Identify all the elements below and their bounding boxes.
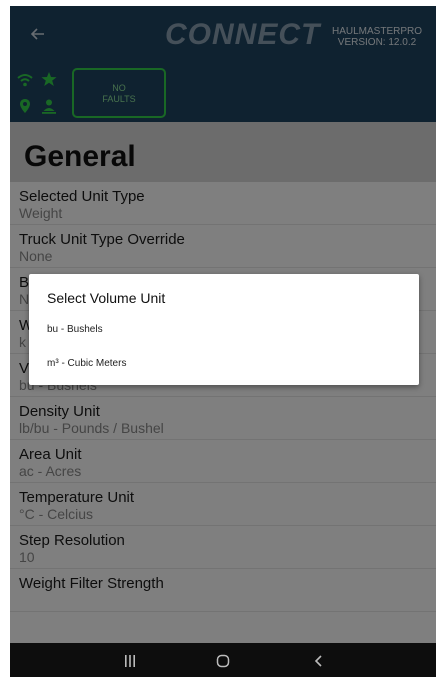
option-bushels[interactable]: bu - Bushels: [47, 320, 387, 340]
recents-icon[interactable]: [123, 654, 137, 668]
select-volume-unit-dialog: Select Volume Unit bu - Bushels m³ - Cub…: [29, 274, 419, 385]
device-frame: CONNECT HAULMASTERPRO VERSION: 12.0.2: [10, 6, 436, 677]
option-cubic-meters[interactable]: m³ - Cubic Meters: [47, 354, 387, 374]
dialog-title: Select Volume Unit: [47, 290, 166, 306]
android-nav-bar: [10, 643, 436, 677]
home-icon[interactable]: [216, 654, 230, 668]
back-icon[interactable]: [312, 654, 326, 668]
app-screen: CONNECT HAULMASTERPRO VERSION: 12.0.2: [10, 6, 436, 677]
